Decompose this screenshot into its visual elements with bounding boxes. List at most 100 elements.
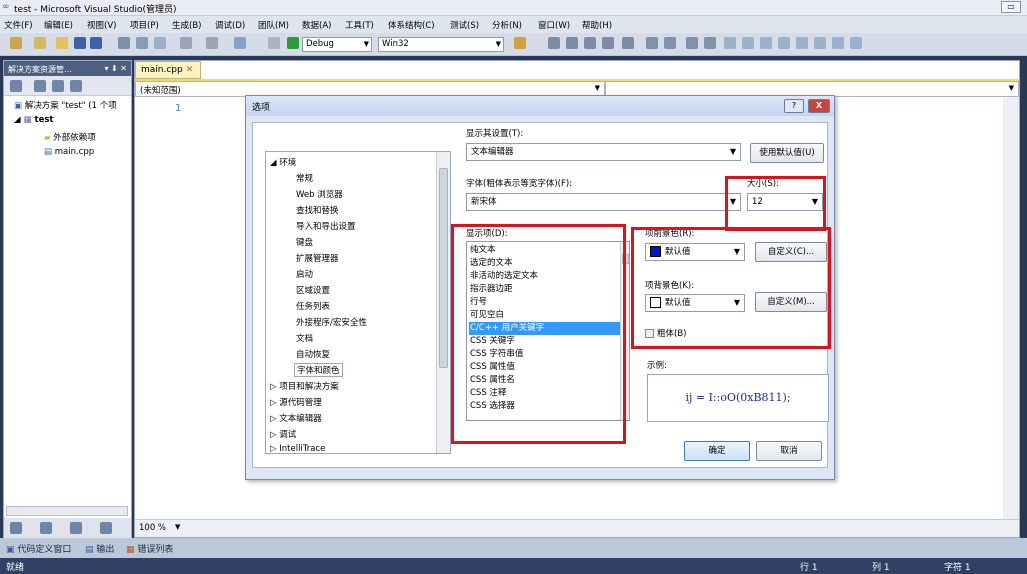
navigate-icon[interactable] (234, 37, 246, 49)
panel-controls[interactable]: ▾ ⬇ ✕ (104, 64, 127, 73)
paste-icon[interactable] (154, 37, 166, 49)
tree-node-projects-solutions[interactable]: ▷ 项目和解决方案 (270, 380, 339, 392)
copy-icon[interactable] (136, 37, 148, 49)
tree-node-general[interactable]: 常规 (296, 172, 313, 184)
new-project-icon[interactable] (10, 37, 22, 49)
start-debug-icon[interactable] (287, 37, 299, 49)
show-all-files-icon[interactable] (34, 80, 46, 92)
menu-data[interactable]: 数据(A) (302, 19, 331, 31)
horizontal-scrollbar[interactable] (6, 506, 128, 516)
menu-edit[interactable]: 编辑(E) (44, 19, 73, 31)
tab-class-view-icon[interactable] (70, 522, 82, 534)
tree-node-web-browser[interactable]: Web 浏览器 (296, 188, 343, 200)
tree-node-keyboard[interactable]: 键盘 (296, 236, 313, 248)
prev-bookmark-icon[interactable] (742, 37, 754, 49)
navigate-forward-icon[interactable] (268, 37, 280, 49)
menu-test[interactable]: 测试(S) (450, 19, 479, 31)
tree-external-deps[interactable]: ▰ 外部依赖项 (44, 131, 96, 143)
tab-team-explorer-icon[interactable] (40, 522, 52, 534)
font-select[interactable]: 新宋体 ▼ (466, 193, 741, 211)
redo-icon[interactable] (206, 37, 218, 49)
find-icon[interactable] (514, 37, 526, 49)
tree-node-source-control[interactable]: ▷ 源代码管理 (270, 396, 322, 408)
show-settings-select[interactable]: 文本编辑器 ▼ (466, 143, 741, 161)
uncomment-icon[interactable] (704, 37, 716, 49)
tab-main-cpp[interactable]: main.cpp ✕ (135, 61, 201, 79)
font-icon[interactable] (602, 37, 614, 49)
tab-solution-explorer-icon[interactable] (10, 522, 22, 534)
tree-node-environment[interactable]: ◢ 环境 (270, 156, 296, 168)
tree-node-task-list[interactable]: 任务列表 (296, 300, 330, 312)
object-browser-icon[interactable] (584, 37, 596, 49)
prev-bookmark-folder-icon[interactable] (778, 37, 790, 49)
tree-node-locale[interactable]: 区域设置 (296, 284, 330, 296)
config-select[interactable]: Debug ▼ (302, 37, 372, 52)
tree-node-autorecover[interactable]: 自动恢复 (296, 348, 330, 360)
properties-icon[interactable] (566, 37, 578, 49)
tree-node-text-editor[interactable]: ▷ 文本编辑器 (270, 412, 322, 424)
properties-icon[interactable] (10, 80, 22, 92)
comment-icon[interactable] (686, 37, 698, 49)
vs-logo-icon: ∞ (2, 2, 10, 12)
toolbox-icon[interactable] (622, 37, 634, 49)
refresh-icon[interactable] (52, 80, 64, 92)
ok-button[interactable]: 确定 (684, 441, 750, 461)
tree-node-documents[interactable]: 文档 (296, 332, 313, 344)
next-bookmark-folder-icon[interactable] (796, 37, 808, 49)
help-button[interactable]: ? (784, 99, 804, 113)
tree-node-extension-manager[interactable]: 扩展管理器 (296, 252, 339, 264)
open-icon[interactable] (56, 37, 68, 49)
use-defaults-button[interactable]: 使用默认值(U) (750, 143, 824, 163)
tab-output[interactable]: ▤ 输出 (85, 542, 114, 555)
platform-select[interactable]: Win32 ▼ (378, 37, 504, 52)
view-class-diagram-icon[interactable] (70, 80, 82, 92)
indent-icon[interactable] (646, 37, 658, 49)
tab-code-definition[interactable]: ▣ 代码定义窗口 (6, 542, 71, 555)
tree-node-fonts-colors[interactable]: 字体和颜色 (294, 363, 343, 377)
tree-scrollbar[interactable] (436, 152, 450, 453)
cancel-button[interactable]: 取消 (756, 441, 822, 461)
editor-vscroll[interactable] (1003, 97, 1019, 519)
next-bookmark-icon[interactable] (760, 37, 772, 49)
tree-node-import-export[interactable]: 导入和导出设置 (296, 220, 356, 232)
tree-node-debugging[interactable]: ▷ 调试 (270, 428, 296, 440)
menu-project[interactable]: 项目(P) (130, 19, 159, 31)
close-button[interactable]: X (808, 99, 830, 113)
options-tree[interactable]: ◢ 环境 常规 Web 浏览器 查找和替换 导入和导出设置 键盘 扩展管理器 启… (265, 151, 451, 454)
add-item-icon[interactable] (34, 37, 46, 49)
tab-error-list[interactable]: ▦ 错误列表 (126, 542, 173, 555)
save-all-icon[interactable] (90, 37, 102, 49)
menu-analyze[interactable]: 分析(N) (492, 19, 522, 31)
tab-property-manager-icon[interactable] (100, 522, 112, 534)
menu-view[interactable]: 视图(V) (87, 19, 116, 31)
menu-file[interactable]: 文件(F) (4, 19, 33, 31)
tree-project[interactable]: ◢ ▦ test (14, 115, 53, 125)
menu-debug[interactable]: 调试(D) (215, 19, 245, 31)
undo-icon[interactable] (180, 37, 192, 49)
clear-bookmarks-icon[interactable] (814, 37, 826, 49)
toggle-bookmark-icon[interactable] (832, 37, 844, 49)
options-icon[interactable] (850, 37, 862, 49)
menu-window[interactable]: 窗口(W) (538, 19, 570, 31)
cut-icon[interactable] (118, 37, 130, 49)
solution-explorer-icon[interactable] (548, 37, 560, 49)
tree-node-intellitrace[interactable]: ▷ IntelliTrace (270, 444, 325, 453)
tree-solution[interactable]: ▣ 解决方案 "test" (1 个项 (14, 99, 117, 111)
menu-tools[interactable]: 工具(T) (345, 19, 374, 31)
menu-help[interactable]: 帮助(H) (582, 19, 612, 31)
menu-team[interactable]: 团队(M) (258, 19, 289, 31)
tree-node-find-replace[interactable]: 查找和替换 (296, 204, 339, 216)
menu-build[interactable]: 生成(B) (172, 19, 201, 31)
save-icon[interactable] (74, 37, 86, 49)
tree-main-cpp[interactable]: ▤ main.cpp (44, 147, 94, 157)
minimize-button[interactable]: ▭ (1001, 1, 1021, 13)
zoom-level[interactable]: 100 % (139, 523, 166, 533)
close-icon[interactable]: ✕ (186, 65, 194, 75)
tree-node-startup[interactable]: 启动 (296, 268, 313, 280)
tree-scroll-thumb[interactable] (439, 168, 448, 368)
outdent-icon[interactable] (664, 37, 676, 49)
menu-architecture[interactable]: 体系结构(C) (388, 19, 435, 31)
bookmark-icon[interactable] (724, 37, 736, 49)
zoom-chevron-icon[interactable]: ▼ (175, 523, 180, 531)
tree-node-addin-security[interactable]: 外接程序/宏安全性 (296, 316, 367, 328)
